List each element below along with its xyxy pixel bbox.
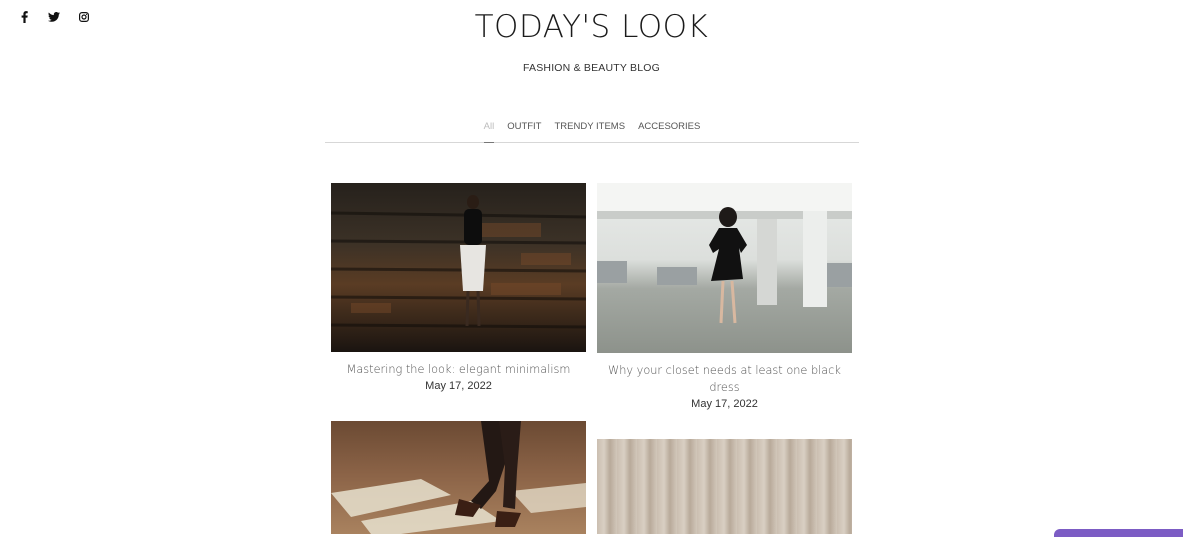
filter-outfit[interactable]: OUTFIT xyxy=(507,114,541,142)
chat-widget-tab[interactable] xyxy=(1054,529,1183,537)
post-date: May 17, 2022 xyxy=(425,380,492,392)
site-tagline: FASHION & BEAUTY BLOG xyxy=(522,62,661,74)
post-card: Mastering the look: elegant minimalism M… xyxy=(331,183,586,392)
filter-all[interactable]: All xyxy=(483,114,494,143)
post-title[interactable]: Mastering the look: elegant minimalism xyxy=(331,361,586,378)
post-thumbnail[interactable] xyxy=(597,183,852,353)
post-title[interactable]: Why your closet needs at least one black… xyxy=(597,362,852,396)
post-thumbnail[interactable] xyxy=(331,183,586,352)
post-card: Why your closet needs at least one black… xyxy=(597,183,852,410)
site-title[interactable]: TODAY'S LOOK xyxy=(0,9,1183,45)
category-filter-bar: All OUTFIT TRENDY ITEMS ACCESORIES xyxy=(325,114,859,143)
post-thumbnail[interactable] xyxy=(331,421,586,534)
post-card xyxy=(597,439,852,534)
post-card xyxy=(331,421,586,534)
filter-accesories[interactable]: ACCESORIES xyxy=(638,114,700,142)
post-date: May 17, 2022 xyxy=(691,398,758,410)
filter-trendy-items[interactable]: TRENDY ITEMS xyxy=(555,114,626,142)
post-thumbnail[interactable] xyxy=(597,439,852,534)
